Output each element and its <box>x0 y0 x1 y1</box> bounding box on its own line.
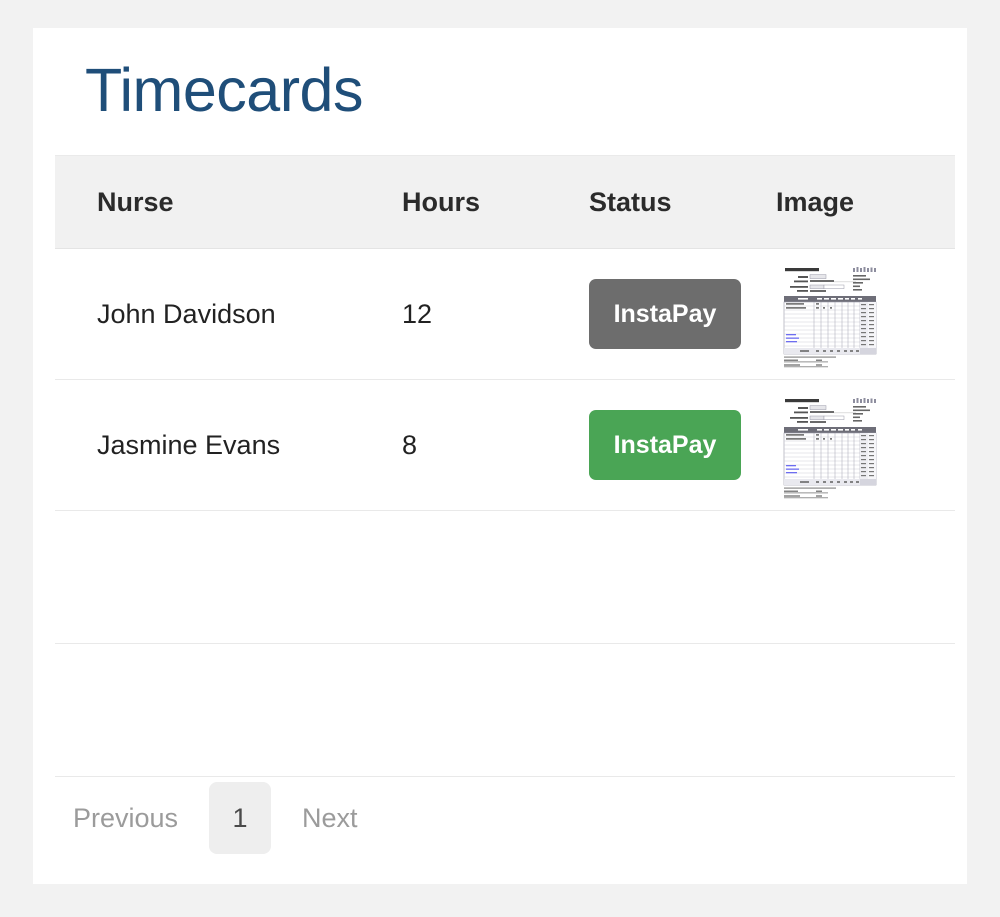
nurse-name: John Davidson <box>97 298 276 329</box>
cell-nurse: John Davidson <box>55 248 360 380</box>
pagination-next-button[interactable]: Next <box>284 782 376 854</box>
timecards-table-container: Nurse Hours Status Image John Davidson 1… <box>55 155 955 777</box>
cell-hours: 12 <box>360 248 547 380</box>
column-header-image: Image <box>734 155 955 249</box>
column-header-image-label: Image <box>776 186 855 217</box>
table-row-empty <box>55 643 955 777</box>
table-header-row: Nurse Hours Status Image <box>55 155 955 249</box>
cell-hours <box>360 510 547 644</box>
hours-value: 12 <box>402 298 433 329</box>
cell-status <box>547 510 734 644</box>
timesheet-thumbnail-icon[interactable] <box>776 260 884 368</box>
instapay-button[interactable]: InstaPay <box>589 279 741 349</box>
cell-image <box>734 643 955 777</box>
cell-nurse <box>55 510 360 644</box>
column-header-hours-label: Hours <box>402 186 481 217</box>
pagination: Previous 1 Next <box>55 782 376 854</box>
table-row: Jasmine Evans 8 InstaPay <box>55 379 955 511</box>
cell-nurse <box>55 643 360 777</box>
cell-nurse: Jasmine Evans <box>55 379 360 511</box>
cell-status: InstaPay <box>547 379 741 511</box>
cell-hours: 8 <box>360 379 547 511</box>
hours-value: 8 <box>402 429 418 460</box>
cell-image <box>734 379 955 511</box>
column-header-nurse: Nurse <box>55 155 360 249</box>
cell-image <box>734 248 955 380</box>
cell-status: InstaPay <box>547 248 741 380</box>
table-row: John Davidson 12 InstaPay <box>55 248 955 380</box>
cell-status <box>547 643 734 777</box>
timecards-table: Nurse Hours Status Image John Davidson 1… <box>55 155 955 777</box>
timecards-card: Timecards Nurse Hours Status Image John … <box>33 28 967 884</box>
column-header-nurse-label: Nurse <box>97 186 174 217</box>
column-header-hours: Hours <box>360 155 547 249</box>
column-header-status: Status <box>547 155 734 249</box>
page-title: Timecards <box>85 56 363 124</box>
nurse-name: Jasmine Evans <box>97 429 281 460</box>
table-row-empty <box>55 510 955 644</box>
cell-image <box>734 510 955 644</box>
pagination-previous-button[interactable]: Previous <box>55 782 196 854</box>
timesheet-thumbnail-icon[interactable] <box>776 391 884 499</box>
cell-hours <box>360 643 547 777</box>
table-header: Nurse Hours Status Image <box>55 155 955 249</box>
column-header-status-label: Status <box>589 186 672 217</box>
pagination-page-1-button[interactable]: 1 <box>209 782 272 854</box>
instapay-button[interactable]: InstaPay <box>589 410 741 480</box>
table-body: John Davidson 12 InstaPay Jasmine Evans … <box>55 248 955 777</box>
